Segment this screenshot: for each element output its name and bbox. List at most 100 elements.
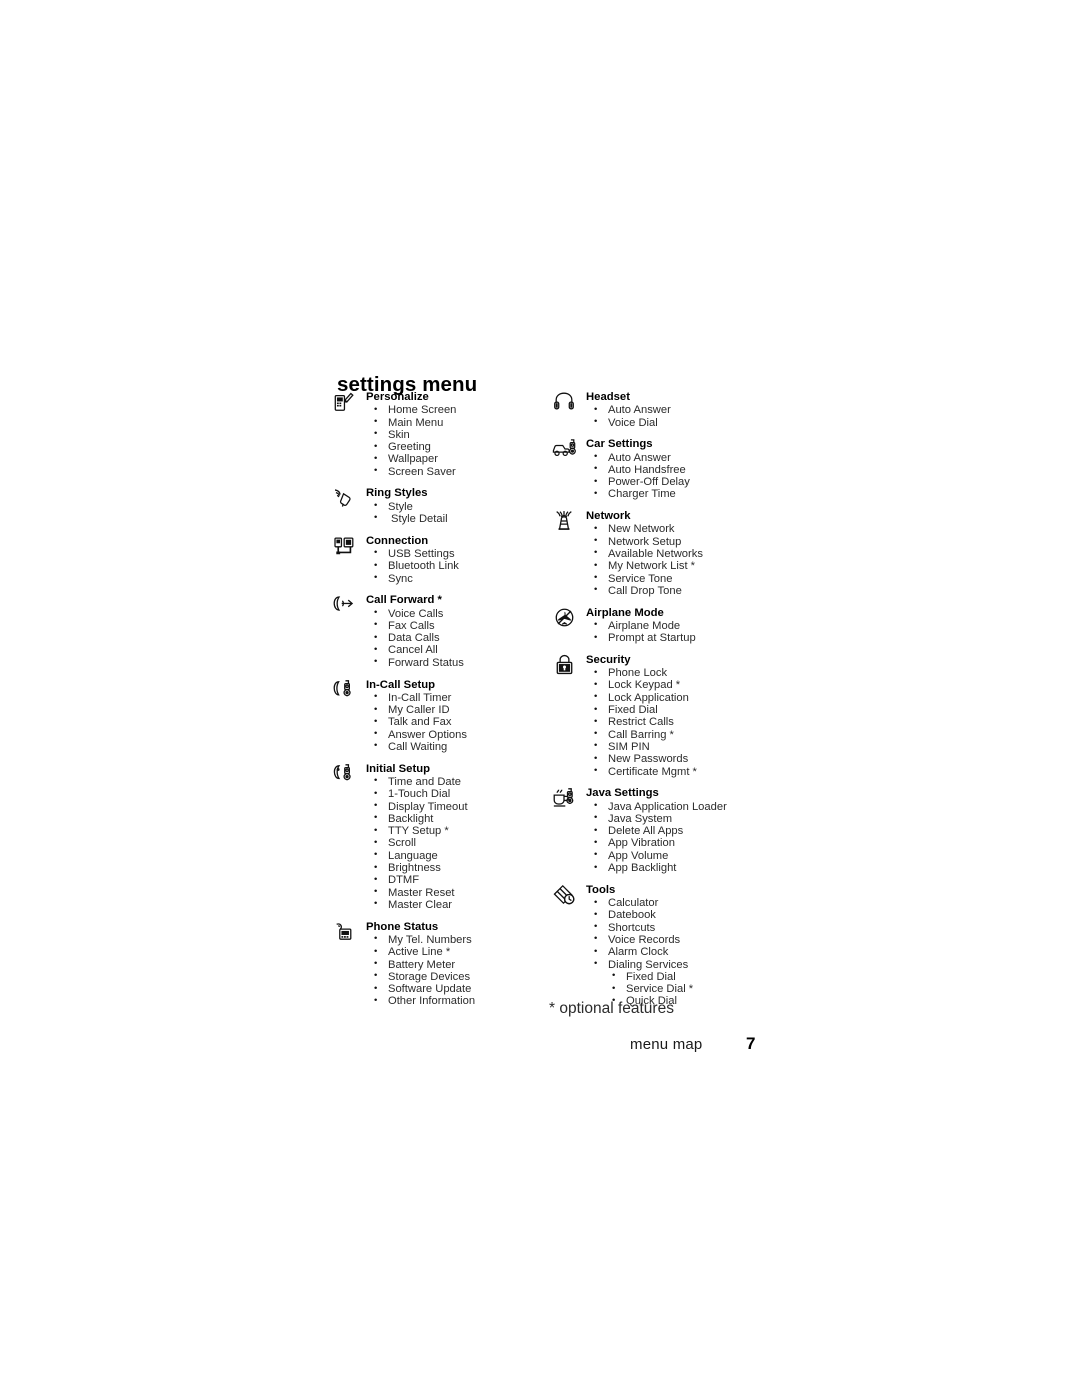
car-settings-icon	[551, 438, 577, 460]
menu-group-heading: Phone Status	[366, 920, 439, 933]
menu-item: Master Reset	[366, 886, 551, 899]
menu-item: Storage Devices	[366, 970, 551, 983]
menu-group-heading: Java Settings	[586, 787, 659, 800]
menu-group-heading: Ring Styles	[366, 487, 428, 500]
menu-item: My Caller ID	[366, 704, 551, 717]
ring-styles-icon	[331, 487, 357, 509]
menu-item-list: Java Application LoaderJava SystemDelete…	[586, 800, 771, 875]
menu-item: Brightness	[366, 862, 551, 875]
menu-group: NetworkNew NetworkNetwork SetupAvailable…	[551, 510, 771, 597]
menu-group-heading: Call Forward *	[366, 594, 442, 607]
right-column: HeadsetAuto AnswerVoice Dial Car Setting…	[551, 391, 771, 1017]
menu-item: Available Networks	[586, 547, 771, 560]
menu-item: Data Calls	[366, 632, 551, 645]
menu-item: Skin	[366, 428, 551, 441]
menu-item: Software Update	[366, 983, 551, 996]
menu-item: Home Screen	[366, 404, 551, 417]
menu-item: Voice Records	[586, 933, 771, 946]
menu-item: Call Drop Tone	[586, 584, 771, 597]
menu-item: DTMF	[366, 874, 551, 887]
menu-item: Other Information	[366, 995, 551, 1008]
menu-group: In-Call SetupIn-Call TimerMy Caller IDTa…	[331, 679, 551, 754]
menu-group-heading: Airplane Mode	[586, 606, 664, 619]
menu-item: Style Detail	[366, 512, 551, 525]
menu-item: Voice Calls	[366, 607, 551, 620]
menu-item: Cancel All	[366, 644, 551, 657]
call-forward-icon	[331, 594, 357, 616]
menu-item-list: Time and Date1-Touch DialDisplay Timeout…	[366, 775, 551, 911]
menu-group-heading: Security	[586, 653, 631, 666]
menu-item: Auto Answer	[586, 404, 771, 417]
menu-item: Prompt at Startup	[586, 632, 771, 645]
menu-item: Main Menu	[366, 416, 551, 429]
menu-item: New Network	[586, 523, 771, 536]
in-call-setup-icon	[331, 679, 357, 701]
menu-group: ToolsCalculatorDatebookShortcutsVoice Re…	[551, 884, 771, 1008]
menu-item: Fixed Dial	[586, 970, 771, 983]
menu-item-list: Voice CallsFax CallsData CallsCancel All…	[366, 607, 551, 669]
menu-item: Call Barring *	[586, 728, 771, 741]
menu-item: Fixed Dial	[586, 704, 771, 717]
menu-item: Backlight	[366, 812, 551, 825]
menu-item: Service Dial *	[586, 983, 771, 996]
menu-item: Greeting	[366, 441, 551, 454]
connection-icon	[331, 535, 357, 557]
menu-item: TTY Setup *	[366, 825, 551, 838]
menu-item-list: In-Call TimerMy Caller IDTalk and FaxAns…	[366, 691, 551, 753]
optional-features-footnote: * optional features	[549, 1000, 674, 1017]
menu-group: Java SettingsJava Application LoaderJava…	[551, 787, 771, 874]
menu-item: Wallpaper	[366, 453, 551, 466]
menu-item: Auto Answer	[586, 451, 771, 464]
network-antenna-icon	[551, 510, 577, 532]
menu-item: Java Application Loader	[586, 800, 771, 813]
menu-item-list: CalculatorDatebookShortcutsVoice Records…	[586, 897, 771, 1008]
menu-item: Auto Handsfree	[586, 463, 771, 476]
menu-item: Shortcuts	[586, 921, 771, 934]
menu-item: Style	[366, 500, 551, 513]
menu-group-heading: Network	[586, 510, 631, 523]
menu-item: My Network List *	[586, 560, 771, 573]
menu-item: USB Settings	[366, 547, 551, 560]
menu-group: HeadsetAuto AnswerVoice Dial	[551, 391, 771, 429]
menu-item: App Vibration	[586, 837, 771, 850]
menu-item: Active Line *	[366, 946, 551, 959]
headset-icon	[551, 391, 577, 413]
menu-item: Display Timeout	[366, 800, 551, 813]
menu-item: App Volume	[586, 849, 771, 862]
menu-group: Initial SetupTime and Date1-Touch DialDi…	[331, 763, 551, 911]
menu-item: Alarm Clock	[586, 946, 771, 959]
menu-item: Call Waiting	[366, 740, 551, 753]
tools-icon	[551, 884, 577, 906]
menu-item: 1-Touch Dial	[366, 788, 551, 801]
phone-pencil-icon	[331, 391, 357, 413]
airplane-mode-icon	[551, 607, 577, 629]
menu-item: Power-Off Delay	[586, 476, 771, 489]
java-settings-icon	[551, 787, 577, 809]
menu-group: Call Forward *Voice CallsFax CallsData C…	[331, 594, 551, 669]
menu-group-heading: In-Call Setup	[366, 678, 436, 691]
menu-item: Restrict Calls	[586, 716, 771, 729]
menu-item-list: Home ScreenMain MenuSkinGreetingWallpape…	[366, 404, 551, 478]
menu-item: Lock Application	[586, 691, 771, 704]
menu-item: Phone Lock	[586, 667, 771, 680]
menu-group: PersonalizeHome ScreenMain MenuSkinGreet…	[331, 391, 551, 478]
menu-item: Service Tone	[586, 572, 771, 585]
menu-item: Delete All Apps	[586, 825, 771, 838]
menu-group-heading: Initial Setup	[366, 762, 431, 775]
menu-item: Datebook	[586, 909, 771, 922]
menu-group-heading: Personalize	[366, 391, 429, 403]
menu-item: In-Call Timer	[366, 691, 551, 704]
phone-status-icon	[331, 921, 357, 943]
menu-item: Bluetooth Link	[366, 560, 551, 573]
menu-item: Scroll	[366, 837, 551, 850]
menu-group: Airplane ModeAirplane ModePrompt at Star…	[551, 607, 771, 645]
menu-item: Network Setup	[586, 535, 771, 548]
menu-item-list: Auto AnswerVoice Dial	[586, 404, 771, 429]
menu-item: Lock Keypad *	[586, 679, 771, 692]
menu-item-list: Phone LockLock Keypad *Lock ApplicationF…	[586, 667, 771, 778]
menu-group-heading: Tools	[586, 883, 616, 896]
security-lock-icon	[551, 654, 577, 676]
menu-item: Forward Status	[366, 656, 551, 669]
menu-item-list: StyleStyle Detail	[366, 500, 551, 526]
menu-item: New Passwords	[586, 753, 771, 766]
